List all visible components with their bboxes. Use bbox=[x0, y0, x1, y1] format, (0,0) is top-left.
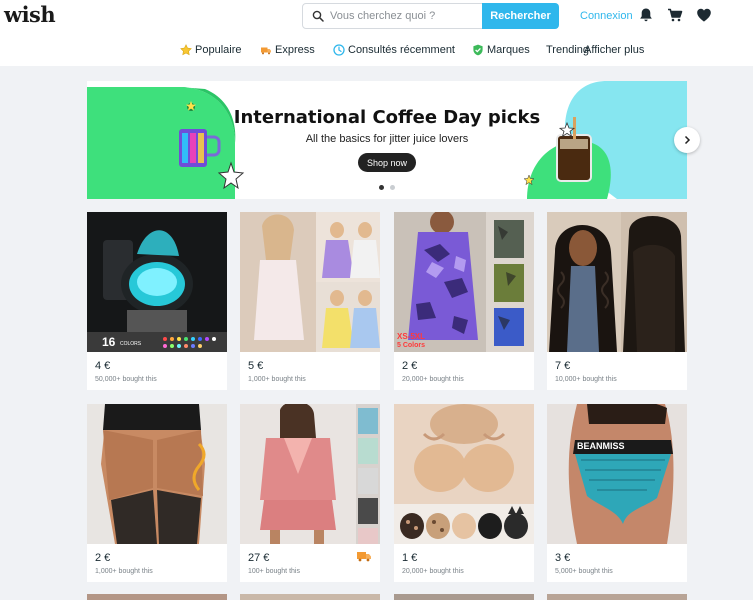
product-card[interactable]: 16 COLORS 4 € 50,000+ bought this bbox=[87, 212, 227, 390]
nav-item-label: Marques bbox=[487, 44, 530, 56]
cart-icon[interactable] bbox=[667, 7, 683, 23]
product-price: 4 € bbox=[95, 360, 111, 372]
product-image[interactable] bbox=[394, 404, 534, 544]
nav-item-label: Express bbox=[275, 44, 315, 56]
nav-item-show-more[interactable]: Afficher plus bbox=[584, 42, 644, 58]
bought-count: 100+ bought this bbox=[248, 568, 300, 575]
product-price: 5 € bbox=[248, 360, 264, 372]
adhesive-bra-image bbox=[394, 404, 534, 544]
product-card[interactable]: BEANMISS 3 € 5,000+ bought this bbox=[547, 404, 687, 582]
search-input[interactable] bbox=[330, 4, 480, 28]
brand-waistband-text: BEANMISS bbox=[577, 441, 625, 451]
pink-suit-image bbox=[240, 404, 380, 544]
bought-count: 20,000+ bought this bbox=[402, 376, 464, 383]
lingerie-collage-image bbox=[240, 212, 380, 352]
shapewear-image bbox=[87, 404, 227, 544]
nav-item-popular[interactable]: Populaire bbox=[180, 42, 241, 58]
login-link[interactable]: Connexion bbox=[580, 10, 633, 22]
product-price: 1 € bbox=[402, 552, 418, 564]
product-card-partial[interactable] bbox=[240, 594, 380, 600]
bought-count: 5,000+ bought this bbox=[555, 568, 613, 575]
heart-icon[interactable] bbox=[696, 7, 712, 23]
product-image[interactable]: XS-5XL 5 Colors bbox=[394, 212, 534, 352]
product-price: 3 € bbox=[555, 552, 571, 564]
size-range-label: XS-5XL bbox=[397, 332, 426, 341]
nav-item-label: Consultés récemment bbox=[348, 44, 455, 56]
product-image[interactable] bbox=[547, 212, 687, 352]
nav-item-label: Afficher plus bbox=[584, 44, 645, 56]
express-truck-icon bbox=[357, 552, 371, 562]
product-price: 27 € bbox=[248, 552, 270, 564]
product-card[interactable]: 5 € 1,000+ bought this bbox=[240, 212, 380, 390]
product-image[interactable] bbox=[240, 212, 380, 352]
bought-count: 10,000+ bought this bbox=[555, 376, 617, 383]
nav-item-label: Trending bbox=[546, 44, 590, 56]
bought-count: 1,000+ bought this bbox=[95, 568, 153, 575]
wish-logo[interactable]: wish bbox=[4, 2, 56, 27]
product-card[interactable]: 1 € 20,000+ bought this bbox=[394, 404, 534, 582]
product-card[interactable]: 27 € 100+ bought this bbox=[240, 404, 380, 582]
curly-wig-image bbox=[547, 212, 687, 352]
product-card-partial[interactable] bbox=[394, 594, 534, 600]
product-image[interactable]: BEANMISS bbox=[547, 404, 687, 544]
thong-panties-image bbox=[547, 404, 687, 544]
product-image[interactable] bbox=[87, 404, 227, 544]
colors-label: COLORS bbox=[120, 341, 142, 347]
nav-item-label: Populaire bbox=[195, 44, 242, 56]
verified-icon bbox=[473, 44, 483, 56]
star-icon bbox=[180, 44, 192, 56]
bought-count: 50,000+ bought this bbox=[95, 376, 157, 383]
promo-banner[interactable]: International Coffee Day picks All the b… bbox=[87, 81, 687, 199]
colors-label: 5 Colors bbox=[397, 342, 426, 349]
carousel-next-button[interactable] bbox=[674, 127, 700, 153]
carousel-dot[interactable] bbox=[390, 185, 395, 190]
product-image[interactable] bbox=[240, 404, 380, 544]
carousel-dot-active[interactable] bbox=[379, 185, 384, 190]
product-card[interactable]: 7 € 10,000+ bought this bbox=[547, 212, 687, 390]
night-light-toilet-image bbox=[87, 212, 227, 352]
banner-subtitle: All the basics for jitter juice lovers bbox=[305, 133, 469, 145]
nav-item-express[interactable]: Express bbox=[260, 42, 315, 58]
nav-item-trending[interactable]: Trending bbox=[546, 42, 589, 58]
bought-count: 1,000+ bought this bbox=[248, 376, 306, 383]
express-icon bbox=[261, 47, 271, 55]
colors-count: 16 bbox=[102, 335, 116, 349]
product-card-partial[interactable] bbox=[547, 594, 687, 600]
clock-icon bbox=[333, 44, 345, 56]
product-card[interactable]: XS-5XL 5 Colors 2 € 20,000+ bought this bbox=[394, 212, 534, 390]
shop-now-button[interactable]: Shop now bbox=[358, 153, 416, 172]
camo-dress-image bbox=[394, 212, 534, 352]
product-card[interactable]: 2 € 1,000+ bought this bbox=[87, 404, 227, 582]
product-price: 2 € bbox=[402, 360, 418, 372]
product-card-partial[interactable] bbox=[87, 594, 227, 600]
nav-item-brands[interactable]: Marques bbox=[472, 42, 530, 58]
banner-title: International Coffee Day picks bbox=[233, 107, 541, 128]
product-image[interactable]: 16 COLORS bbox=[87, 212, 227, 352]
search-icon bbox=[312, 10, 324, 22]
bought-count: 20,000+ bought this bbox=[402, 568, 464, 575]
header: wish Rechercher Connexion Populaire Expr… bbox=[0, 0, 753, 66]
chevron-right-icon bbox=[684, 135, 691, 145]
search-button[interactable]: Rechercher bbox=[482, 3, 559, 29]
bell-icon[interactable] bbox=[638, 7, 654, 23]
product-price: 7 € bbox=[555, 360, 571, 372]
nav-item-recently-viewed[interactable]: Consultés récemment bbox=[333, 42, 455, 58]
product-price: 2 € bbox=[95, 552, 111, 564]
